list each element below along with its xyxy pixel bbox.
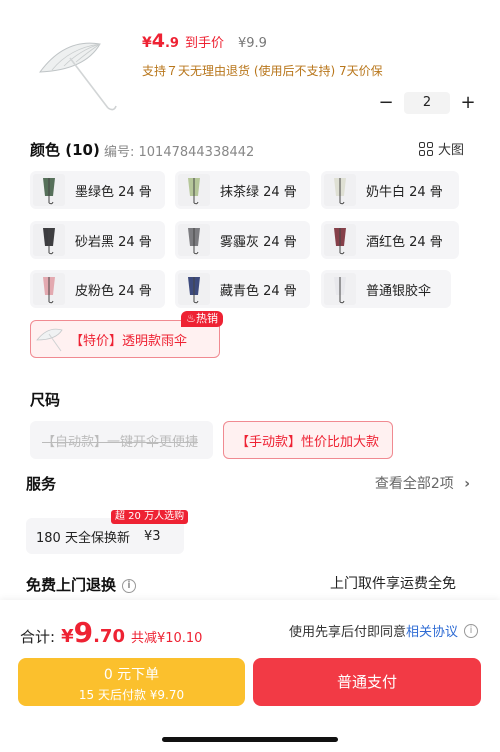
option-label: 皮粉色 24 骨 bbox=[75, 283, 152, 299]
product-code: 编号: 10147844338442 bbox=[104, 145, 255, 160]
service-title: 服务 bbox=[26, 475, 57, 493]
umbrella-swatch-icon bbox=[324, 273, 356, 305]
service-price: ¥3 bbox=[143, 528, 161, 544]
special-option-chip[interactable]: 【特价】透明款雨伞 ♨热销 bbox=[30, 311, 223, 358]
big-picture-label: 大图 bbox=[437, 143, 464, 158]
total-label: 合计: bbox=[20, 628, 56, 646]
service-more-link[interactable]: 查看全部2项 › bbox=[375, 473, 470, 493]
free-return-note: 上门取件享运费全免 bbox=[330, 576, 456, 592]
free-return-title: 免费上门退换 i bbox=[26, 574, 137, 595]
umbrella-swatch-icon bbox=[178, 224, 210, 256]
option-label: 砂岩黑 24 骨 bbox=[75, 234, 152, 250]
color-option-chip[interactable]: 酒红色 24 骨 bbox=[321, 221, 459, 259]
color-option-chip[interactable]: 雾霾灰 24 骨 bbox=[175, 221, 310, 259]
total-row: 合计: ¥9.70 共减¥10.10 bbox=[20, 616, 202, 649]
umbrella-swatch-icon bbox=[33, 273, 65, 305]
deal-price-label: 到手价 bbox=[184, 36, 224, 51]
sku-sheet: ¥4.9 到手价 ¥9.9 支持７天无理由退货 (使用后不支持) 7天价保 − … bbox=[0, 0, 500, 600]
option-label: 藏青色 24 骨 bbox=[220, 283, 297, 299]
info-icon[interactable]: i bbox=[122, 578, 137, 593]
deal-price: ¥4.9 bbox=[142, 30, 179, 52]
umbrella-swatch-icon bbox=[33, 174, 65, 206]
umbrella-swatch-icon bbox=[178, 174, 210, 206]
quantity-stepper: − 2 + bbox=[376, 92, 478, 114]
option-label: 奶牛白 24 骨 bbox=[366, 184, 443, 200]
color-option-chip[interactable]: 抹茶绿 24 骨 bbox=[175, 171, 310, 209]
grid-icon bbox=[418, 141, 433, 156]
pay-later-subtitle: 15 天后付款 ¥9.70 bbox=[78, 688, 185, 702]
size-option-auto[interactable]: 【自动款】一键开伞更便捷 bbox=[30, 421, 213, 459]
option-label: 墨绿色 24 骨 bbox=[75, 184, 152, 200]
chevron-right-icon: › bbox=[464, 476, 470, 492]
popular-badge: 超 20 万人选购 bbox=[111, 510, 189, 524]
option-label: 抹茶绿 24 骨 bbox=[220, 184, 297, 200]
pay-later-title: 0 元下单 bbox=[103, 667, 160, 683]
size-title: 尺码 bbox=[30, 391, 61, 409]
color-option-chip[interactable]: 奶牛白 24 骨 bbox=[321, 171, 459, 209]
color-option-chip[interactable]: 皮粉色 24 骨 bbox=[30, 270, 165, 308]
color-option-chip[interactable]: 砂岩黑 24 骨 bbox=[30, 221, 165, 259]
agreement-link[interactable]: 相关协议 bbox=[406, 621, 458, 640]
option-label: 酒红色 24 骨 bbox=[366, 234, 443, 250]
umbrella-swatch-icon bbox=[324, 224, 356, 256]
color-option-chip[interactable]: 普通银胶伞 bbox=[321, 270, 451, 308]
agreement-text: 使用先享后付即同意 bbox=[288, 625, 406, 640]
color-title: 颜色 (10) bbox=[30, 141, 100, 159]
price-row: ¥4.9 到手价 ¥9.9 bbox=[142, 30, 267, 52]
fire-icon: ♨ bbox=[186, 312, 196, 325]
umbrella-swatch-icon bbox=[178, 273, 210, 305]
return-policy: 支持７天无理由退货 (使用后不支持) 7天价保 bbox=[142, 64, 383, 78]
product-thumbnail bbox=[30, 30, 130, 112]
color-option-chip[interactable]: 藏青色 24 骨 bbox=[175, 270, 310, 308]
quantity-input[interactable]: 2 bbox=[404, 92, 450, 114]
option-label: 普通银胶伞 bbox=[366, 283, 432, 299]
info-icon[interactable]: i bbox=[464, 623, 478, 638]
option-label: 【特价】透明款雨伞 bbox=[70, 333, 188, 349]
service-label: 180 天全保换新 bbox=[36, 530, 130, 546]
big-picture-button[interactable]: 大图 bbox=[418, 139, 464, 158]
pay-later-button[interactable]: 0 元下单 15 天后付款 ¥9.70 bbox=[18, 658, 245, 706]
umbrella-swatch-icon bbox=[33, 224, 65, 256]
home-indicator bbox=[162, 737, 338, 742]
original-price: ¥9.9 bbox=[237, 36, 267, 51]
total-saving: 共减¥10.10 bbox=[130, 631, 203, 646]
total-amount: ¥9.70 bbox=[61, 616, 125, 649]
increase-button[interactable]: + bbox=[458, 93, 478, 113]
umbrella-swatch-icon bbox=[324, 174, 356, 206]
color-option-chip[interactable]: 墨绿色 24 骨 bbox=[30, 171, 165, 209]
normal-pay-button[interactable]: 普通支付 bbox=[253, 658, 481, 706]
decrease-button[interactable]: − bbox=[376, 93, 396, 113]
option-swatch bbox=[34, 324, 66, 354]
size-option-manual[interactable]: 【手动款】性价比加大款 bbox=[223, 421, 393, 459]
option-label: 雾霾灰 24 骨 bbox=[220, 234, 297, 250]
hot-badge: ♨热销 bbox=[181, 311, 223, 327]
agreement-row: 使用先享后付即同意 相关协议 i bbox=[289, 621, 478, 640]
